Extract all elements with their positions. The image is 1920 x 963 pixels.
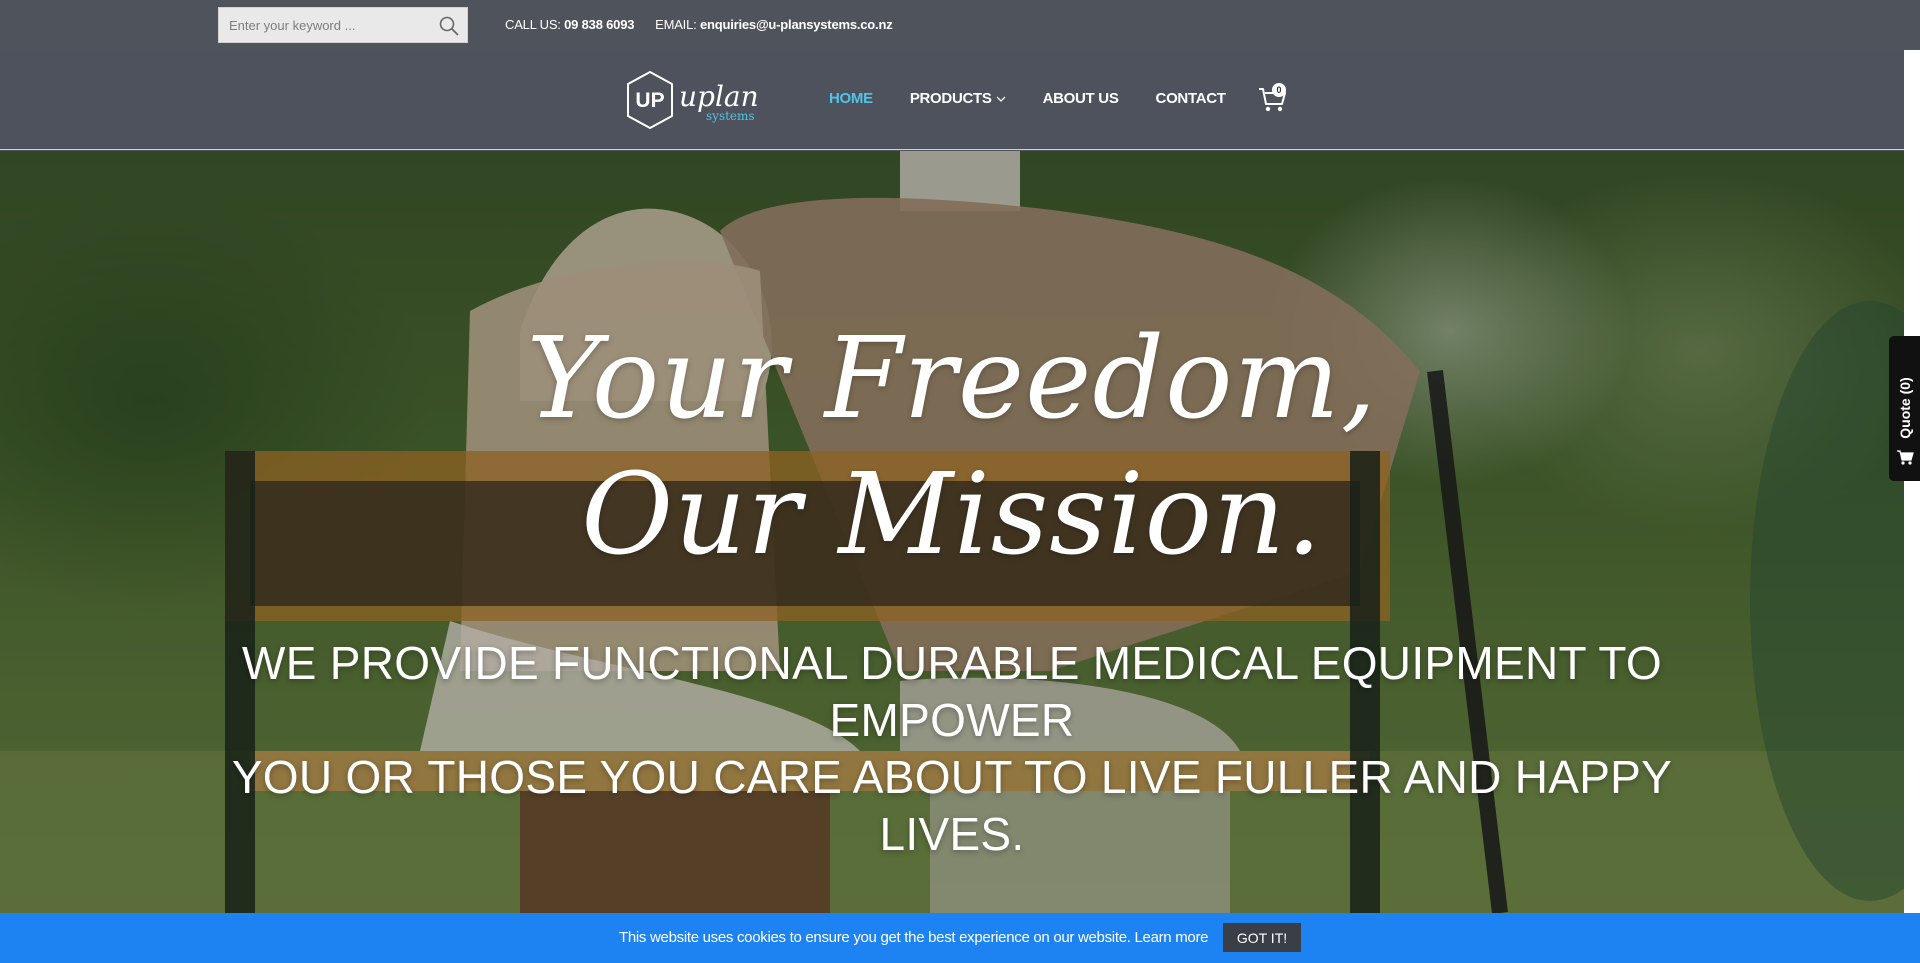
cart-count-badge: 0 — [1272, 83, 1286, 97]
scrollbar[interactable] — [1904, 50, 1920, 913]
quote-label: Quote (0) — [1897, 377, 1913, 439]
contact-info: CALL US: 09 838 6093 EMAIL: enquiries@u-… — [505, 17, 893, 32]
nav-about-us[interactable]: ABOUT US — [1043, 90, 1119, 107]
nav-home[interactable]: HOME — [829, 90, 873, 107]
learn-more-link[interactable]: Learn more — [1134, 929, 1208, 946]
email-label: EMAIL: — [655, 17, 697, 32]
cookie-text: This website uses cookies to ensure you … — [619, 929, 1131, 946]
search-input[interactable] — [219, 8, 429, 42]
chevron-down-icon — [996, 96, 1006, 102]
top-bar: CALL US: 09 838 6093 EMAIL: enquiries@u-… — [0, 0, 1920, 50]
search-box — [218, 7, 468, 43]
cookie-message: This website uses cookies to ensure you … — [619, 929, 1209, 946]
search-icon[interactable] — [437, 14, 461, 38]
hero-subtitle-line-2: you or those you care about to live full… — [231, 751, 1673, 860]
site-header: UP uplan systems HOME PRODUCTS ABOUT US … — [0, 50, 1904, 150]
call-label: CALL US: — [505, 17, 561, 32]
got-it-button[interactable]: GOT IT! — [1223, 923, 1301, 952]
cookie-bar: This website uses cookies to ensure you … — [0, 913, 1920, 963]
main-nav: HOME PRODUCTS ABOUT US CONTACT — [829, 90, 1263, 107]
site-logo[interactable]: UP uplan systems — [622, 70, 758, 130]
hero-subtitle: We provide functional durable medical eq… — [180, 635, 1724, 863]
quote-tab[interactable]: Quote (0) — [1889, 336, 1920, 481]
phone-number[interactable]: 09 838 6093 — [564, 17, 634, 32]
hero-subtitle-line-1: We provide functional durable medical eq… — [242, 637, 1662, 746]
quote-cart-icon — [1897, 450, 1914, 465]
nav-contact[interactable]: CONTACT — [1156, 90, 1226, 107]
nav-products[interactable]: PRODUCTS — [910, 90, 1006, 107]
hero-title-line-2: Our Mission. — [581, 450, 1323, 580]
email-address[interactable]: enquiries@u-plansystems.co.nz — [700, 17, 893, 32]
hero-section: Your Freedom, Our Mission. We provide fu… — [0, 151, 1904, 913]
logo-tagline: systems — [706, 109, 755, 123]
hero-title-line-1: Your Freedom, — [526, 314, 1378, 444]
logo-mark: UP — [635, 89, 664, 112]
hero-title: Your Freedom, Our Mission. — [0, 311, 1904, 583]
